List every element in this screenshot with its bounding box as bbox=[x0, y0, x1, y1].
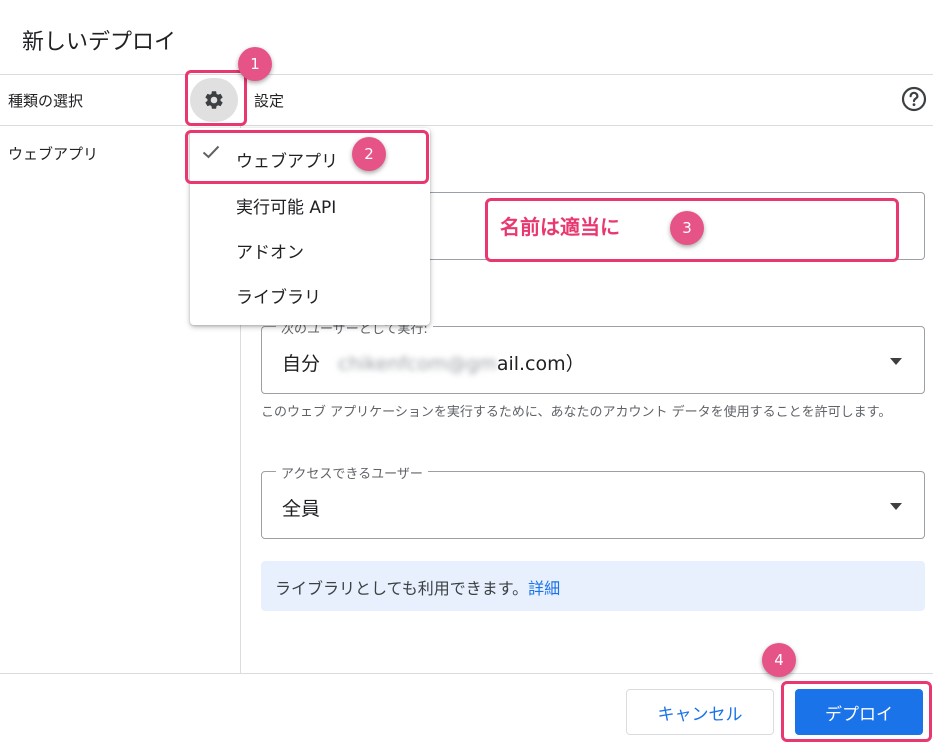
annotation-highlight-gear bbox=[185, 70, 247, 126]
annotation-badge-3: 3 bbox=[670, 211, 704, 245]
dropdown-caret-icon bbox=[890, 503, 902, 510]
type-select-label: 種類の選択 bbox=[8, 92, 84, 110]
cancel-button[interactable]: キャンセル bbox=[626, 689, 774, 735]
annotation-badge-2: 2 bbox=[352, 137, 386, 171]
execute-as-value-prefix: 自分 bbox=[282, 353, 321, 375]
info-banner: ライブラリとしても利用できます。詳細 bbox=[261, 561, 925, 611]
annotation-highlight-deploy bbox=[781, 681, 932, 742]
annotation-note: 名前は適当に bbox=[500, 215, 620, 239]
divider-top bbox=[0, 74, 933, 75]
menu-item-executable-api[interactable]: 実行可能 API bbox=[190, 184, 430, 224]
divider-footer bbox=[0, 673, 933, 674]
dropdown-caret-icon bbox=[890, 358, 902, 365]
info-message: ライブラリとしても利用できます。 bbox=[275, 579, 529, 598]
info-text: ライブラリとしても利用できます。詳細 bbox=[275, 575, 560, 599]
help-button[interactable] bbox=[901, 86, 927, 112]
settings-title: 設定 bbox=[254, 92, 285, 110]
menu-item-label: ライブラリ bbox=[236, 288, 321, 308]
menu-item-addon[interactable]: アドオン bbox=[190, 229, 430, 269]
annotation-highlight-webapp bbox=[185, 130, 429, 184]
menu-item-label: 実行可能 API bbox=[236, 198, 337, 218]
sidebar-item-webapp[interactable]: ウェブアプリ bbox=[8, 143, 98, 164]
blurred-email: chikenfcom@gm bbox=[338, 353, 497, 375]
access-select[interactable]: アクセスできるユーザー 全員 bbox=[261, 463, 925, 539]
dialog-title: 新しいデプロイ bbox=[22, 30, 177, 55]
menu-item-label: アドオン bbox=[236, 243, 304, 263]
info-link[interactable]: 詳細 bbox=[528, 579, 560, 598]
access-value: 全員 bbox=[282, 498, 321, 520]
execute-as-select[interactable]: 次のユーザーとして実行: 自分 chikenfcom@gmail.com） bbox=[261, 318, 925, 394]
annotation-badge-4: 4 bbox=[762, 643, 796, 677]
execute-as-value-suffix: ail.com） bbox=[496, 353, 585, 375]
menu-item-library[interactable]: ライブラリ bbox=[190, 274, 430, 314]
execute-as-helper: このウェブ アプリケーションを実行するために、あなたのアカウント データを使用す… bbox=[261, 405, 892, 420]
execute-as-value: 自分 chikenfcom@gmail.com） bbox=[282, 349, 585, 376]
help-icon bbox=[901, 86, 927, 112]
annotation-badge-1: 1 bbox=[238, 47, 272, 81]
access-legend: アクセスできるユーザー bbox=[276, 463, 428, 482]
divider-header bbox=[0, 125, 933, 126]
